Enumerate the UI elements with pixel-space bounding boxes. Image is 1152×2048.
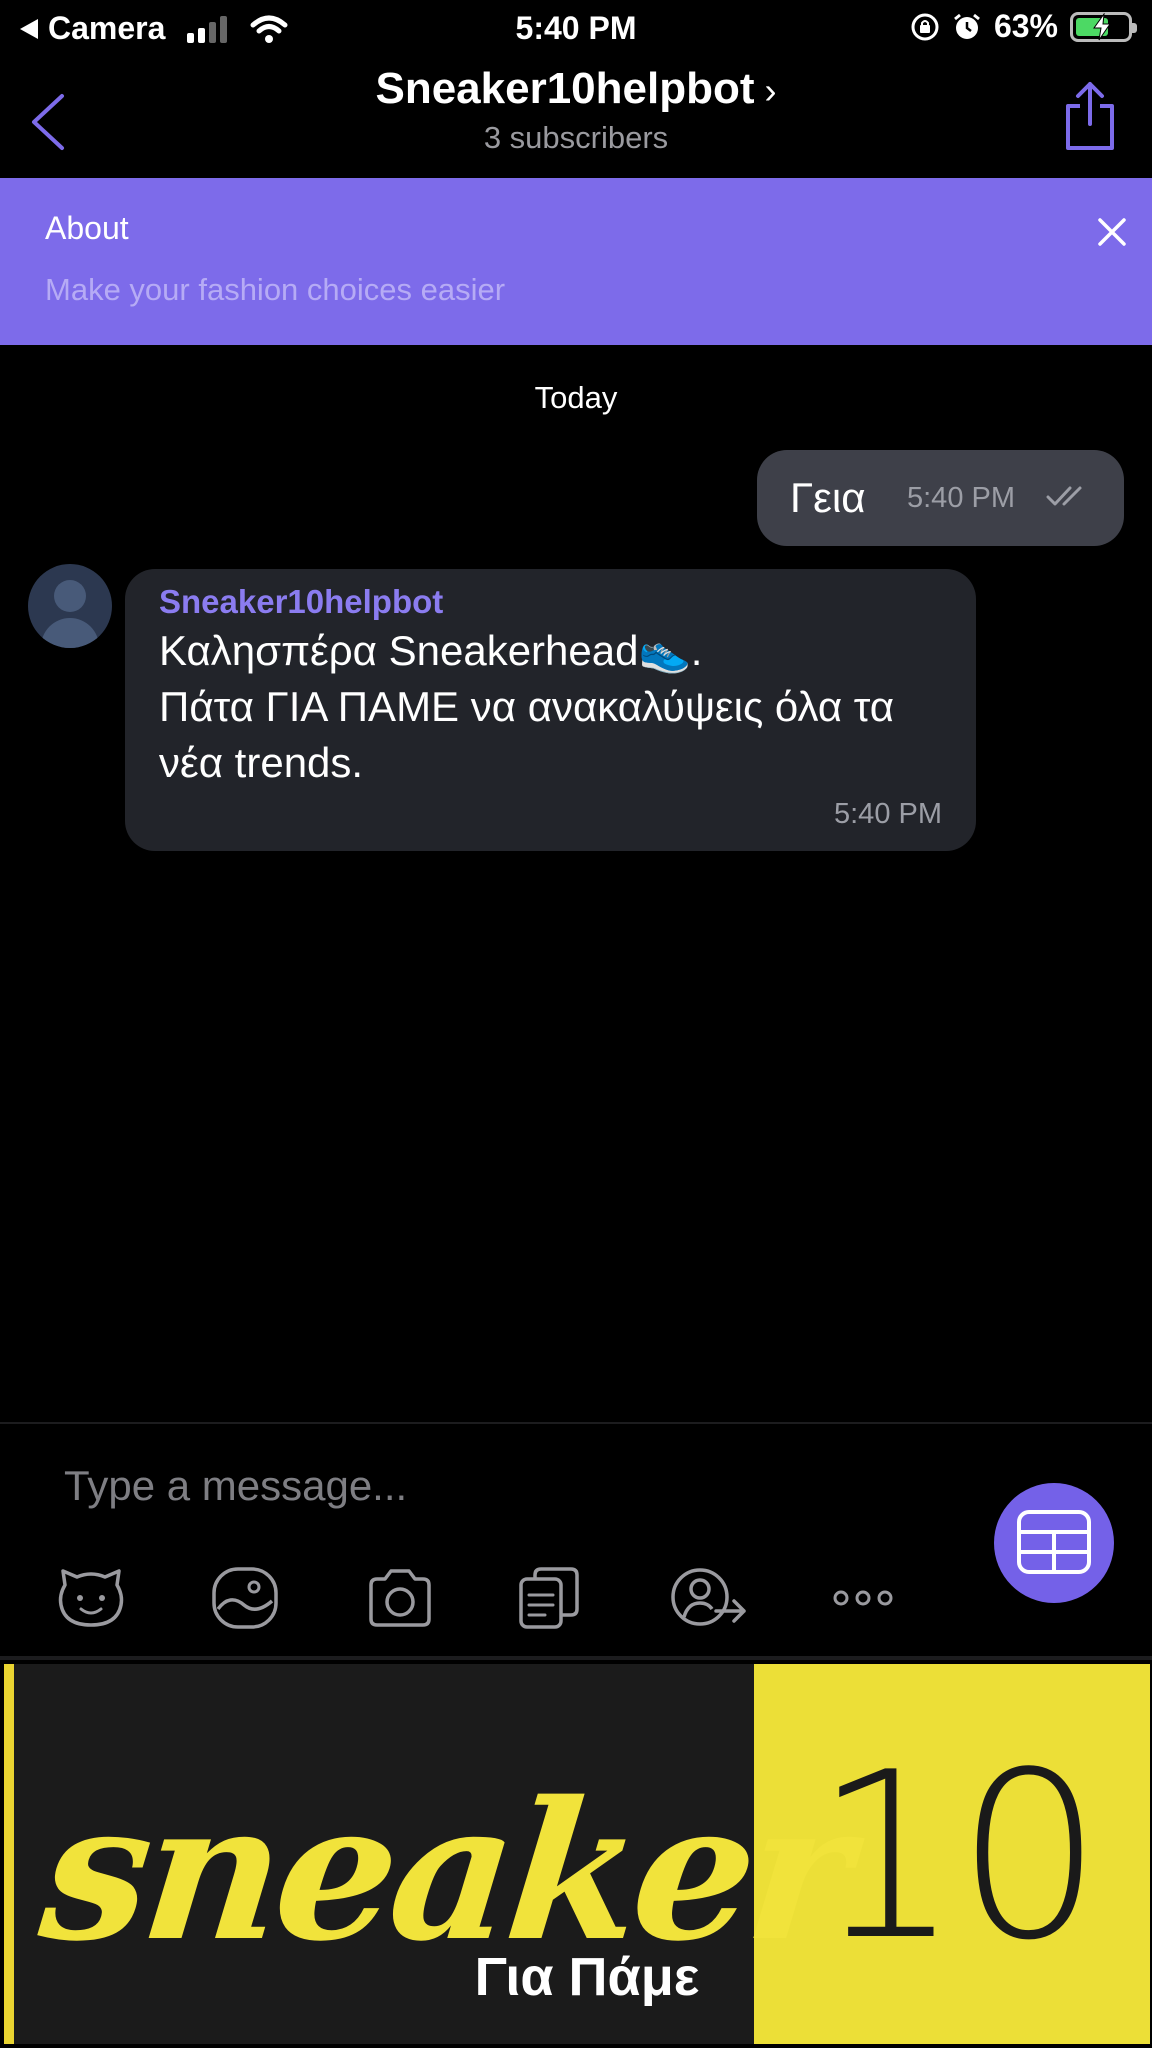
chat-title[interactable]: Sneaker10helpbot › [0, 64, 1152, 114]
gallery-button[interactable] [210, 1565, 290, 1635]
keyboard-divider [0, 1656, 1152, 1660]
about-label: About [45, 210, 129, 246]
camera-icon [369, 1569, 431, 1627]
subscriber-count: 3 subscribers [483, 120, 669, 155]
outgoing-message[interactable]: Γεια 5:40 PM [757, 450, 1124, 546]
contact-share-icon [671, 1568, 746, 1626]
keyboard-grid-icon [1017, 1510, 1091, 1574]
more-button[interactable] [830, 1565, 910, 1635]
bot-avatar[interactable] [28, 564, 112, 648]
gallery-icon [212, 1567, 278, 1629]
battery-percent: 63% [993, 8, 1058, 44]
chat-title-text: Sneaker10helpbot [375, 64, 755, 113]
about-banner: About Make your fashion choices easier [0, 178, 1152, 345]
message-time: 5:40 PM [907, 482, 1015, 514]
chat-header: Sneaker10helpbot › 3 subscribers [0, 60, 1152, 178]
status-bar: Camera 5:40 PM 63% [0, 0, 1152, 60]
read-checkmarks-icon [1046, 486, 1082, 506]
alarm-icon [954, 13, 980, 39]
message-input[interactable] [64, 1458, 964, 1514]
close-icon [1098, 218, 1126, 246]
share-button[interactable] [1064, 80, 1116, 157]
date-separator: Today [534, 380, 618, 415]
share-icon [1066, 82, 1114, 150]
message-text: Γεια [790, 474, 866, 521]
sticker-button[interactable] [55, 1565, 135, 1635]
share-contact-button[interactable] [670, 1565, 750, 1635]
sticker-icon [58, 1569, 124, 1627]
bot-keyboard-button[interactable]: sneaker 10 Για Πάμε [4, 1664, 1150, 2044]
composer-divider [0, 1422, 1152, 1424]
incoming-message[interactable]: Sneaker10helpbot Καλησπέρα Sneakerhead👟.… [125, 569, 976, 851]
about-description: Make your fashion choices easier [45, 272, 506, 307]
chevron-right-icon: › [764, 70, 777, 111]
close-about-button[interactable] [1094, 214, 1130, 255]
message-text: Καλησπέρα Sneakerhead👟. Πάτα ΓΙΑ ΠΑΜΕ να… [159, 627, 895, 786]
message-time: 5:40 PM [834, 798, 942, 830]
battery-charging-icon [1070, 11, 1137, 42]
bot-keyboard-toggle-button[interactable] [994, 1483, 1114, 1603]
camera-button[interactable] [365, 1565, 445, 1635]
files-button[interactable] [515, 1565, 595, 1635]
orientation-lock-icon [911, 13, 939, 40]
message-sender: Sneaker10helpbot [159, 583, 444, 620]
files-icon [519, 1567, 579, 1629]
composer-toolbar [55, 1565, 905, 1635]
bot-button-label: Για Πάμε [474, 1947, 700, 2007]
more-icon [833, 1590, 893, 1606]
